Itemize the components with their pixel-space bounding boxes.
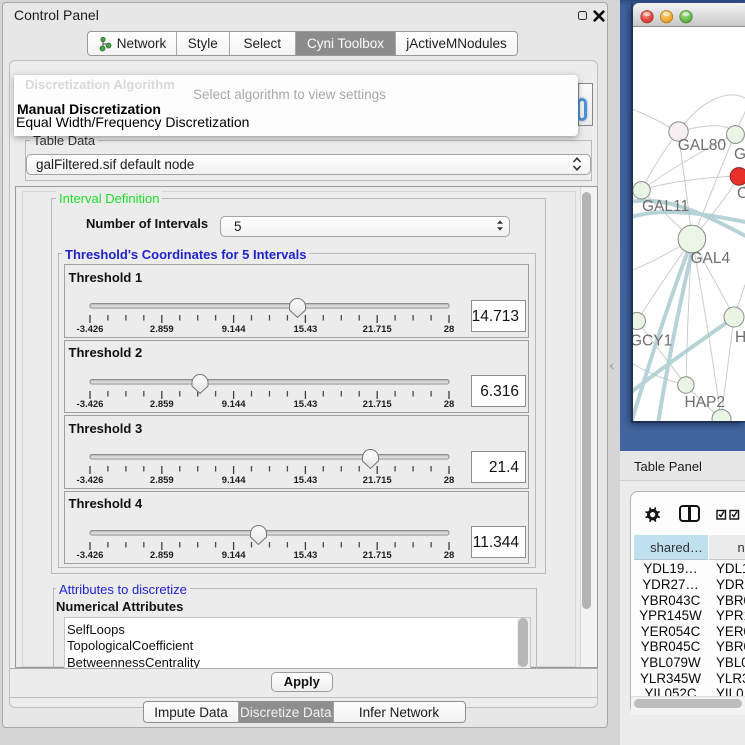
- svg-text:GAL11: GAL11: [642, 198, 689, 215]
- svg-text:GCY1: GCY1: [633, 333, 672, 350]
- svg-text:GAL80: GAL80: [677, 137, 726, 154]
- svg-text:GAL4: GAL4: [690, 250, 730, 267]
- svg-text:GA: GA: [734, 146, 745, 163]
- svg-text:HAP2: HAP2: [684, 394, 725, 411]
- svg-text:C: C: [737, 185, 745, 202]
- svg-text:H: H: [735, 329, 745, 346]
